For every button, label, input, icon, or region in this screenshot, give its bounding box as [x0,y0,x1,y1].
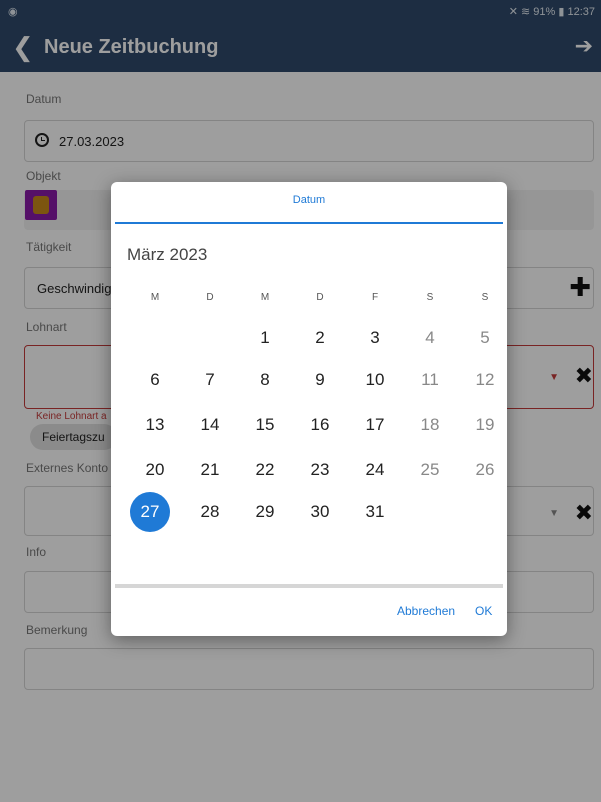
calendar-day[interactable]: 22 [245,450,285,490]
calendar-day[interactable]: 28 [190,492,230,532]
calendar-day[interactable]: 5 [465,318,505,358]
calendar-day[interactable]: 11 [410,360,450,400]
calendar-day[interactable]: 26 [465,450,505,490]
calendar-day[interactable]: 18 [410,405,450,445]
calendar-day[interactable]: 7 [190,360,230,400]
calendar-day[interactable]: 23 [300,450,340,490]
weekday-header: D [206,292,214,303]
calendar-day[interactable]: 17 [355,405,395,445]
title-divider [115,222,503,224]
month-label: März 2023 [127,245,208,264]
weekday-header: D [316,292,324,303]
calendar-day[interactable]: 20 [135,450,175,490]
calendar-day-selected[interactable]: 27 [130,492,170,532]
date-picker-dialog: Datum März 2023 M D M D F S S 1 2 3 4 5 … [111,182,507,636]
ok-button[interactable]: OK [475,604,492,618]
calendar-day[interactable]: 1 [245,318,285,358]
calendar-day[interactable]: 8 [245,360,285,400]
weekday-header: S [426,292,434,303]
calendar-day[interactable]: 29 [245,492,285,532]
dialog-title: Datum [292,194,326,206]
calendar-day[interactable]: 21 [190,450,230,490]
calendar-day[interactable]: 4 [410,318,450,358]
calendar-day[interactable]: 9 [300,360,340,400]
footer-divider [115,584,503,588]
calendar-day[interactable]: 6 [135,360,175,400]
cancel-button[interactable]: Abbrechen [397,604,455,618]
calendar-day[interactable]: 19 [465,405,505,445]
calendar-day[interactable]: 2 [300,318,340,358]
weekday-header: M [260,292,270,303]
calendar-day[interactable]: 10 [355,360,395,400]
calendar-day[interactable]: 13 [135,405,175,445]
calendar-day[interactable]: 14 [190,405,230,445]
calendar-day[interactable]: 30 [300,492,340,532]
calendar-day[interactable]: 16 [300,405,340,445]
calendar-day[interactable]: 25 [410,450,450,490]
calendar-day[interactable]: 24 [355,450,395,490]
weekday-header: F [371,292,379,303]
calendar-day[interactable]: 31 [355,492,395,532]
weekday-header: S [481,292,489,303]
weekday-header: M [150,292,160,303]
calendar-day[interactable]: 12 [465,360,505,400]
calendar-day[interactable]: 15 [245,405,285,445]
calendar-day[interactable]: 3 [355,318,395,358]
